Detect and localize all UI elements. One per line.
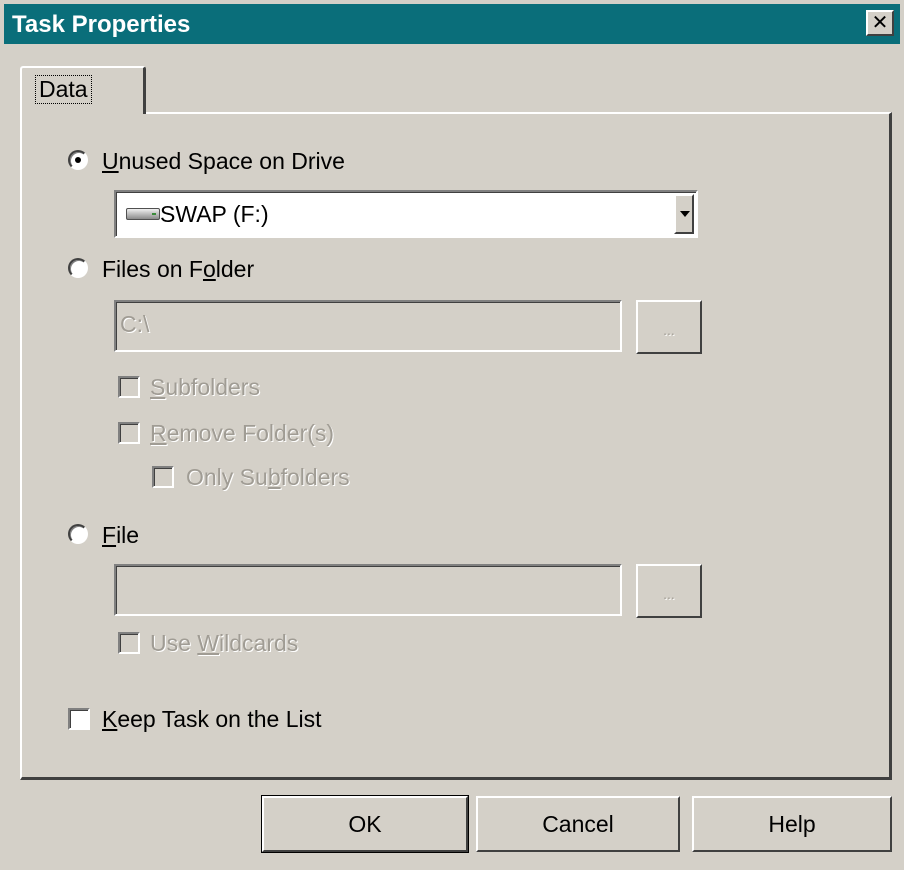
tab-panel-data: Unused Space on Drive SWAP (F:) Files on… [20, 112, 892, 780]
files-on-folder-radio[interactable] [68, 258, 88, 278]
cancel-button-label: Cancel [542, 810, 614, 837]
file-radio[interactable] [68, 524, 88, 544]
use-wildcards-checkbox[interactable] [118, 632, 140, 654]
chevron-down-icon [680, 211, 690, 217]
folder-path-input[interactable]: C:\ [114, 300, 622, 352]
only-subfolders-label[interactable]: Only Subfolders [186, 464, 350, 491]
subfolders-checkbox[interactable] [118, 376, 140, 398]
ok-button[interactable]: OK [261, 795, 469, 853]
drive-select-value: SWAP (F:) [160, 201, 269, 227]
folder-path-value: C:\ [120, 311, 150, 337]
browse-folder-label: ... [663, 322, 675, 338]
file-label[interactable]: File [102, 522, 139, 549]
remove-folders-checkbox[interactable] [118, 422, 140, 444]
unused-space-radio[interactable] [68, 150, 88, 170]
ok-button-label: OK [348, 810, 382, 837]
file-path-input[interactable] [114, 564, 622, 616]
drive-select[interactable]: SWAP (F:) [114, 190, 698, 238]
browse-folder-button[interactable]: ... [636, 300, 702, 354]
close-icon: ✕ [871, 12, 889, 34]
use-wildcards-label[interactable]: Use Wildcards [150, 630, 298, 657]
tab-data-label: Data [35, 75, 92, 104]
radio-selected-dot [75, 157, 81, 163]
hard-drive-icon [126, 208, 160, 220]
help-button[interactable]: Help [692, 796, 892, 852]
drive-dropdown-button[interactable] [674, 194, 694, 234]
subfolders-label[interactable]: Subfolders [150, 374, 260, 401]
title-bar[interactable]: Task Properties ✕ [4, 4, 900, 44]
close-button[interactable]: ✕ [866, 10, 894, 36]
window-title: Task Properties [12, 11, 191, 38]
tab-data[interactable]: Data [20, 66, 146, 114]
browse-file-label: ... [663, 586, 675, 602]
keep-task-checkbox[interactable] [68, 708, 90, 730]
browse-file-button[interactable]: ... [636, 564, 702, 618]
help-button-label: Help [768, 810, 816, 837]
task-properties-dialog: Task Properties ✕ Data Unused Space on D… [0, 0, 904, 870]
cancel-button[interactable]: Cancel [476, 796, 680, 852]
remove-folders-label[interactable]: Remove Folder(s) [150, 420, 334, 447]
unused-space-label[interactable]: Unused Space on Drive [102, 148, 345, 175]
keep-task-label[interactable]: Keep Task on the List [102, 706, 322, 733]
only-subfolders-checkbox[interactable] [152, 466, 174, 488]
files-on-folder-label[interactable]: Files on Folder [102, 256, 254, 283]
